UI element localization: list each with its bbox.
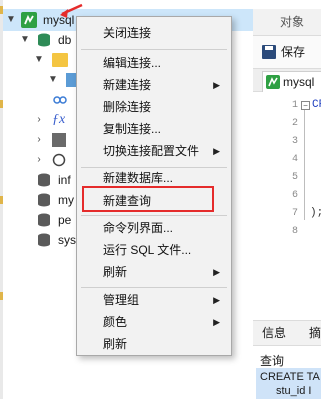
menu-item-run-sql-file[interactable]: 运行 SQL 文件...	[77, 239, 231, 261]
chevron-down-icon[interactable]: ▼	[20, 29, 30, 51]
chevron-down-icon[interactable]: ▼	[6, 9, 16, 31]
menu-item-color[interactable]: 颜色 ▶	[77, 311, 231, 333]
menu-separator	[81, 49, 227, 50]
menu-item-new-connection[interactable]: 新建连接 ▶	[77, 74, 231, 96]
menu-item-command-line[interactable]: 命令列界面...	[77, 217, 231, 239]
fold-guide	[304, 110, 305, 220]
line-number: 6	[291, 190, 298, 201]
chevron-down-icon[interactable]: ▼	[48, 69, 58, 91]
database-icon	[38, 33, 50, 47]
gutter-marker	[0, 292, 3, 300]
submenu-arrow-icon: ▶	[213, 80, 220, 90]
menu-item-delete-connection[interactable]: 删除连接	[77, 96, 231, 118]
fold-toggle-icon[interactable]: −	[301, 101, 310, 110]
schema-icon	[52, 53, 68, 67]
tree-label: my	[58, 193, 74, 207]
menu-separator	[81, 215, 227, 216]
database-icon	[38, 233, 50, 247]
submenu-arrow-icon: ▶	[213, 267, 220, 277]
tree-label: db	[58, 33, 72, 47]
chevron-right-icon[interactable]: ›	[34, 129, 44, 151]
result-tab-bar: 信息 摘	[253, 320, 321, 346]
tree-label: sys	[58, 233, 76, 247]
chevron-down-icon[interactable]: ▼	[34, 49, 44, 71]
menu-item-manage-group[interactable]: 管理组 ▶	[77, 289, 231, 311]
query-label: 查询	[260, 354, 285, 368]
chevron-right-icon[interactable]: ›	[34, 149, 44, 171]
query-text: CREATE TA	[260, 371, 320, 383]
menu-item-close-connection[interactable]: 关闭连接	[77, 22, 231, 44]
query-text-area[interactable]: CREATE TA stu_id I	[256, 368, 321, 399]
line-number: 8	[291, 226, 298, 237]
line-number: 1	[291, 100, 298, 111]
database-icon	[38, 193, 50, 207]
code-keyword: CR	[312, 99, 321, 111]
submenu-arrow-icon: ▶	[213, 146, 220, 156]
line-number: 3	[291, 136, 298, 147]
line-number: 7	[291, 208, 298, 219]
query-tab[interactable]: mysql	[262, 71, 321, 92]
database-icon	[38, 173, 50, 187]
menu-item-refresh-submenu[interactable]: 刷新 ▶	[77, 261, 231, 283]
database-icon	[38, 213, 50, 227]
query-toolbar: 保存	[253, 36, 321, 69]
line-number: 2	[291, 118, 298, 129]
highlight-box	[82, 186, 214, 212]
connection-icon	[21, 12, 37, 28]
menu-item-switch-profile[interactable]: 切换连接配置文件 ▶	[77, 140, 231, 162]
tab-summary[interactable]: 摘	[309, 321, 321, 345]
line-number: 5	[291, 172, 298, 183]
menu-item-copy-connection[interactable]: 复制连接...	[77, 118, 231, 140]
object-tab-strip: 对象	[253, 9, 321, 36]
menu-separator	[81, 287, 227, 288]
submenu-arrow-icon: ▶	[213, 317, 220, 327]
view-icon	[53, 96, 67, 104]
line-number: 4	[291, 154, 298, 165]
tab-info[interactable]: 信息	[262, 321, 286, 345]
save-button[interactable]: 保存	[281, 36, 305, 68]
save-icon	[262, 45, 276, 59]
function-icon: ƒx	[52, 112, 66, 127]
query-text: stu_id I	[276, 385, 312, 397]
query-tab-bar: mysql	[253, 69, 321, 92]
tree-label: inf	[58, 173, 71, 187]
query-tab-label: mysql	[283, 75, 315, 89]
chevron-right-icon[interactable]: ›	[34, 109, 44, 131]
backup-icon	[52, 153, 66, 167]
query-icon	[52, 133, 66, 147]
tree-label: pe	[58, 213, 72, 227]
tab-objects[interactable]: 对象	[280, 9, 304, 35]
submenu-arrow-icon: ▶	[213, 295, 220, 305]
menu-item-refresh[interactable]: 刷新	[77, 333, 231, 355]
code-close-paren: );	[310, 207, 321, 219]
connection-icon	[266, 75, 280, 89]
menu-item-edit-connection[interactable]: 编辑连接...	[77, 52, 231, 74]
